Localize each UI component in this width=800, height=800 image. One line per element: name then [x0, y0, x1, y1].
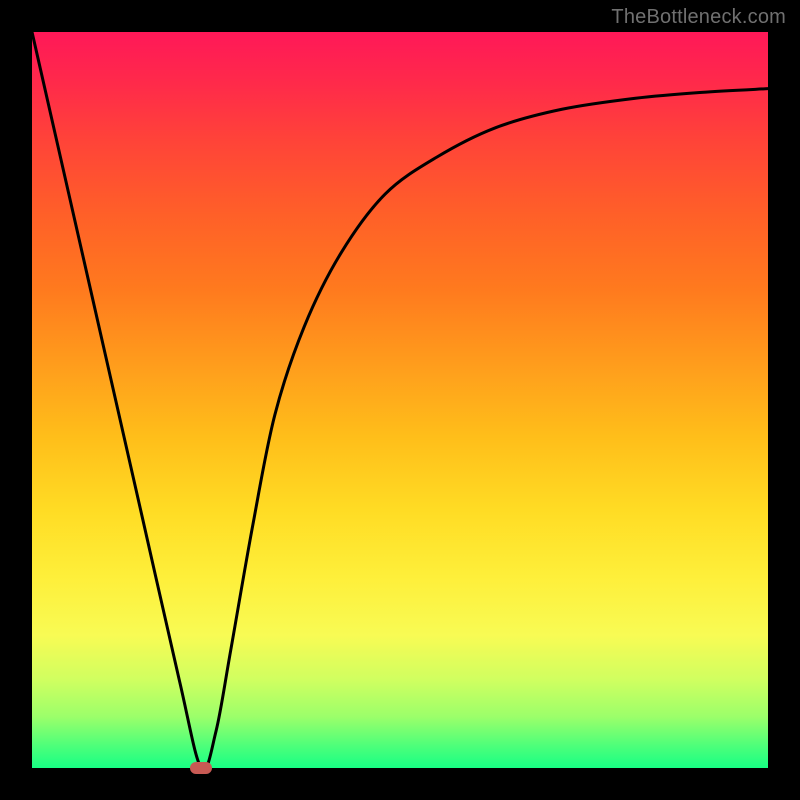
plot-area	[32, 32, 768, 768]
chart-frame: TheBottleneck.com	[0, 0, 800, 800]
curve-path	[32, 32, 768, 770]
watermark-text: TheBottleneck.com	[611, 6, 786, 29]
bottleneck-curve	[32, 32, 768, 768]
min-marker	[190, 762, 212, 774]
